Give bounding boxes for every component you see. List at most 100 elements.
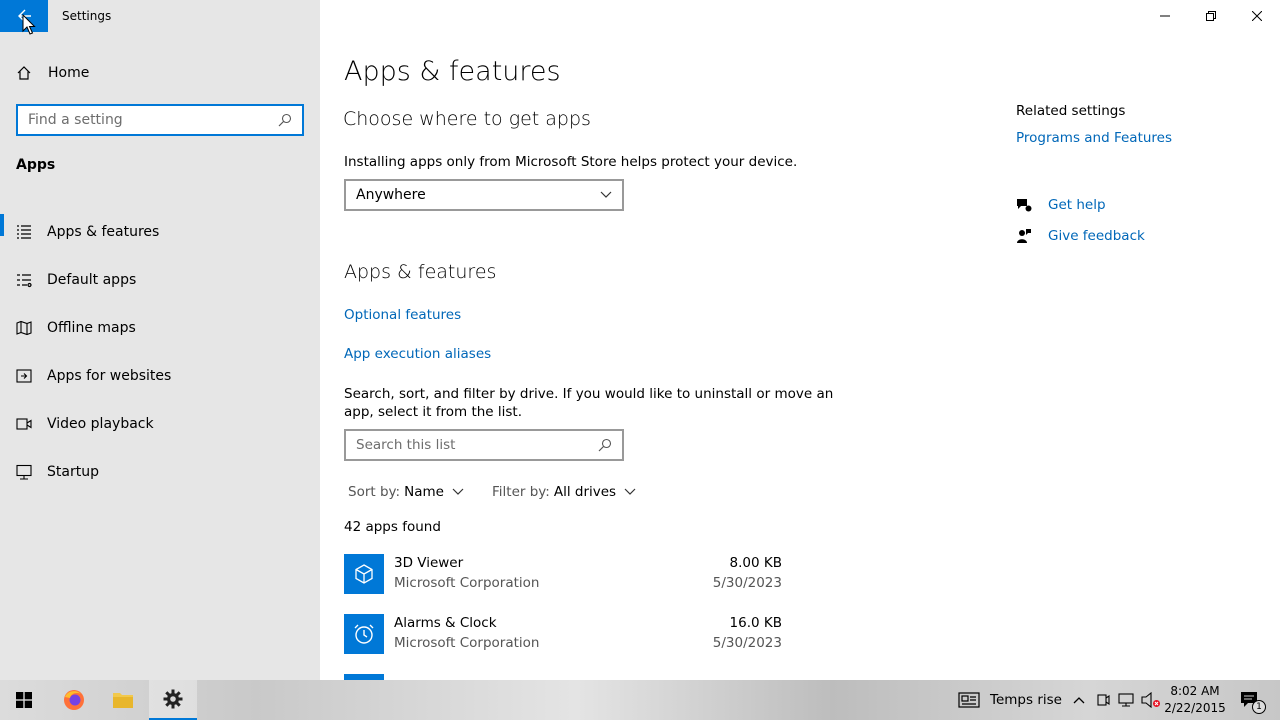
clock-date: 2/22/2015 xyxy=(1164,701,1226,715)
page-title: Apps & features xyxy=(344,56,561,87)
home-label: Home xyxy=(48,65,90,81)
get-help-link[interactable]: Get help xyxy=(1016,197,1106,213)
search-list-box[interactable] xyxy=(344,429,624,461)
notification-count: 1 xyxy=(1252,700,1266,714)
sidebar-item-label: Default apps xyxy=(47,272,137,288)
app-date: 5/30/2023 xyxy=(712,575,782,591)
gear-icon xyxy=(163,689,183,709)
chevron-up-icon xyxy=(1073,697,1085,704)
sidebar-item-label: Offline maps xyxy=(47,320,136,336)
search-description-line2: app, select it from the list. xyxy=(344,404,523,420)
network-button[interactable] xyxy=(1115,680,1139,720)
window-title: Settings xyxy=(62,9,112,23)
app-publisher: Microsoft Corporation xyxy=(394,575,540,591)
apps-found-count: 42 apps found xyxy=(344,519,441,535)
search-icon xyxy=(598,438,612,452)
sidebar-item-label: Apps for websites xyxy=(47,368,172,384)
sidebar-item-apps-for-websites[interactable]: Apps for websites xyxy=(0,352,320,400)
weather-text: Temps rise xyxy=(990,692,1062,708)
alarm-clock-icon xyxy=(344,614,384,654)
folder-icon xyxy=(113,693,133,708)
action-center-button[interactable]: 1 xyxy=(1234,680,1266,720)
help-chat-icon xyxy=(1016,197,1032,213)
chevron-down-icon xyxy=(600,191,612,198)
show-hidden-icons-button[interactable] xyxy=(1068,680,1090,720)
volume-muted-icon xyxy=(1141,692,1160,708)
sidebar-item-video-playback[interactable]: Video playback xyxy=(0,400,320,448)
taskbar-clock[interactable]: 8:02 AM 2/22/2015 xyxy=(1160,683,1230,717)
startup-icon xyxy=(16,464,32,480)
app-name: Alarms & Clock xyxy=(394,615,497,631)
sidebar-section-title: Apps xyxy=(16,157,56,173)
start-button[interactable] xyxy=(0,680,48,720)
sidebar-item-apps-features[interactable]: Apps & features xyxy=(0,208,320,256)
filter-dropdown[interactable]: Filter by: All drives xyxy=(492,484,636,500)
close-icon xyxy=(1252,11,1262,21)
chevron-down-icon xyxy=(624,488,636,495)
optional-features-link[interactable]: Optional features xyxy=(344,307,461,323)
sidebar-nav: Apps & features Default apps Offline map… xyxy=(0,208,320,496)
get-help-label: Get help xyxy=(1048,197,1106,213)
close-button[interactable] xyxy=(1234,0,1280,32)
apps-websites-icon xyxy=(16,368,32,384)
app-list-item[interactable]: 3D Viewer Microsoft Corporation 8.00 KB … xyxy=(344,554,784,610)
related-settings-title: Related settings xyxy=(1016,103,1126,119)
default-apps-icon xyxy=(16,272,32,288)
mouse-cursor-icon xyxy=(22,14,36,35)
app-publisher: Microsoft Corporation xyxy=(394,635,540,651)
clock-time: 8:02 AM xyxy=(1170,684,1220,698)
weather-widget[interactable]: Temps rise xyxy=(958,680,1062,720)
restore-icon xyxy=(1206,11,1216,21)
taskbar-file-explorer[interactable] xyxy=(99,680,147,720)
taskbar-settings[interactable] xyxy=(149,680,197,720)
sort-label: Sort by: xyxy=(348,484,401,500)
find-setting-box[interactable] xyxy=(16,104,304,136)
meet-now-icon xyxy=(1097,694,1110,706)
sidebar-item-label: Video playback xyxy=(47,416,154,432)
app-list-item[interactable]: Alarms & Clock Microsoft Corporation 16.… xyxy=(344,614,784,670)
minimize-button[interactable] xyxy=(1142,0,1188,32)
news-icon xyxy=(958,692,980,708)
feedback-person-icon xyxy=(1016,228,1032,244)
choose-apps-heading: Choose where to get apps xyxy=(343,108,591,130)
taskbar-firefox[interactable] xyxy=(50,680,98,720)
search-description-line1: Search, sort, and filter by drive. If yo… xyxy=(344,386,834,402)
sort-value: Name xyxy=(404,484,444,500)
sidebar-item-startup[interactable]: Startup xyxy=(0,448,320,496)
network-icon xyxy=(1118,693,1134,707)
app-name: 3D Viewer xyxy=(394,555,464,571)
home-icon xyxy=(16,65,32,81)
chevron-down-icon xyxy=(452,488,464,495)
restore-button[interactable] xyxy=(1188,0,1234,32)
apps-features-heading: Apps & features xyxy=(344,261,497,283)
app-source-dropdown[interactable]: Anywhere xyxy=(344,179,624,211)
firefox-icon xyxy=(64,690,84,710)
search-list-input[interactable] xyxy=(356,437,598,453)
sort-dropdown[interactable]: Sort by: Name xyxy=(348,484,464,500)
video-playback-icon xyxy=(16,416,32,432)
sidebar-item-label: Startup xyxy=(47,464,99,480)
give-feedback-link[interactable]: Give feedback xyxy=(1016,228,1145,244)
sidebar-item-default-apps[interactable]: Default apps xyxy=(0,256,320,304)
app-execution-aliases-link[interactable]: App execution aliases xyxy=(344,346,491,362)
filter-value: All drives xyxy=(553,484,617,500)
apps-features-icon xyxy=(16,224,32,240)
programs-features-link[interactable]: Programs and Features xyxy=(1016,130,1172,146)
filter-label: Filter by: xyxy=(492,484,550,500)
find-setting-input[interactable] xyxy=(28,112,278,128)
app-size: 16.0 KB xyxy=(729,615,782,631)
settings-sidebar: Settings Home Apps Apps & features Defau… xyxy=(0,0,320,680)
app-size: 8.00 KB xyxy=(729,555,782,571)
windows-logo-icon xyxy=(16,692,32,708)
app-date: 5/30/2023 xyxy=(712,635,782,651)
give-feedback-label: Give feedback xyxy=(1048,228,1145,244)
3d-viewer-icon xyxy=(344,554,384,594)
tray-device-icon[interactable] xyxy=(1092,680,1114,720)
sidebar-item-offline-maps[interactable]: Offline maps xyxy=(0,304,320,352)
home-nav-item[interactable]: Home xyxy=(16,62,306,84)
minimize-icon xyxy=(1160,15,1170,17)
choose-apps-description: Installing apps only from Microsoft Stor… xyxy=(344,154,798,170)
search-icon xyxy=(278,113,292,127)
taskbar: Temps rise 8:02 AM 2/22/2015 1 xyxy=(0,680,1280,720)
offline-maps-icon xyxy=(16,320,32,336)
